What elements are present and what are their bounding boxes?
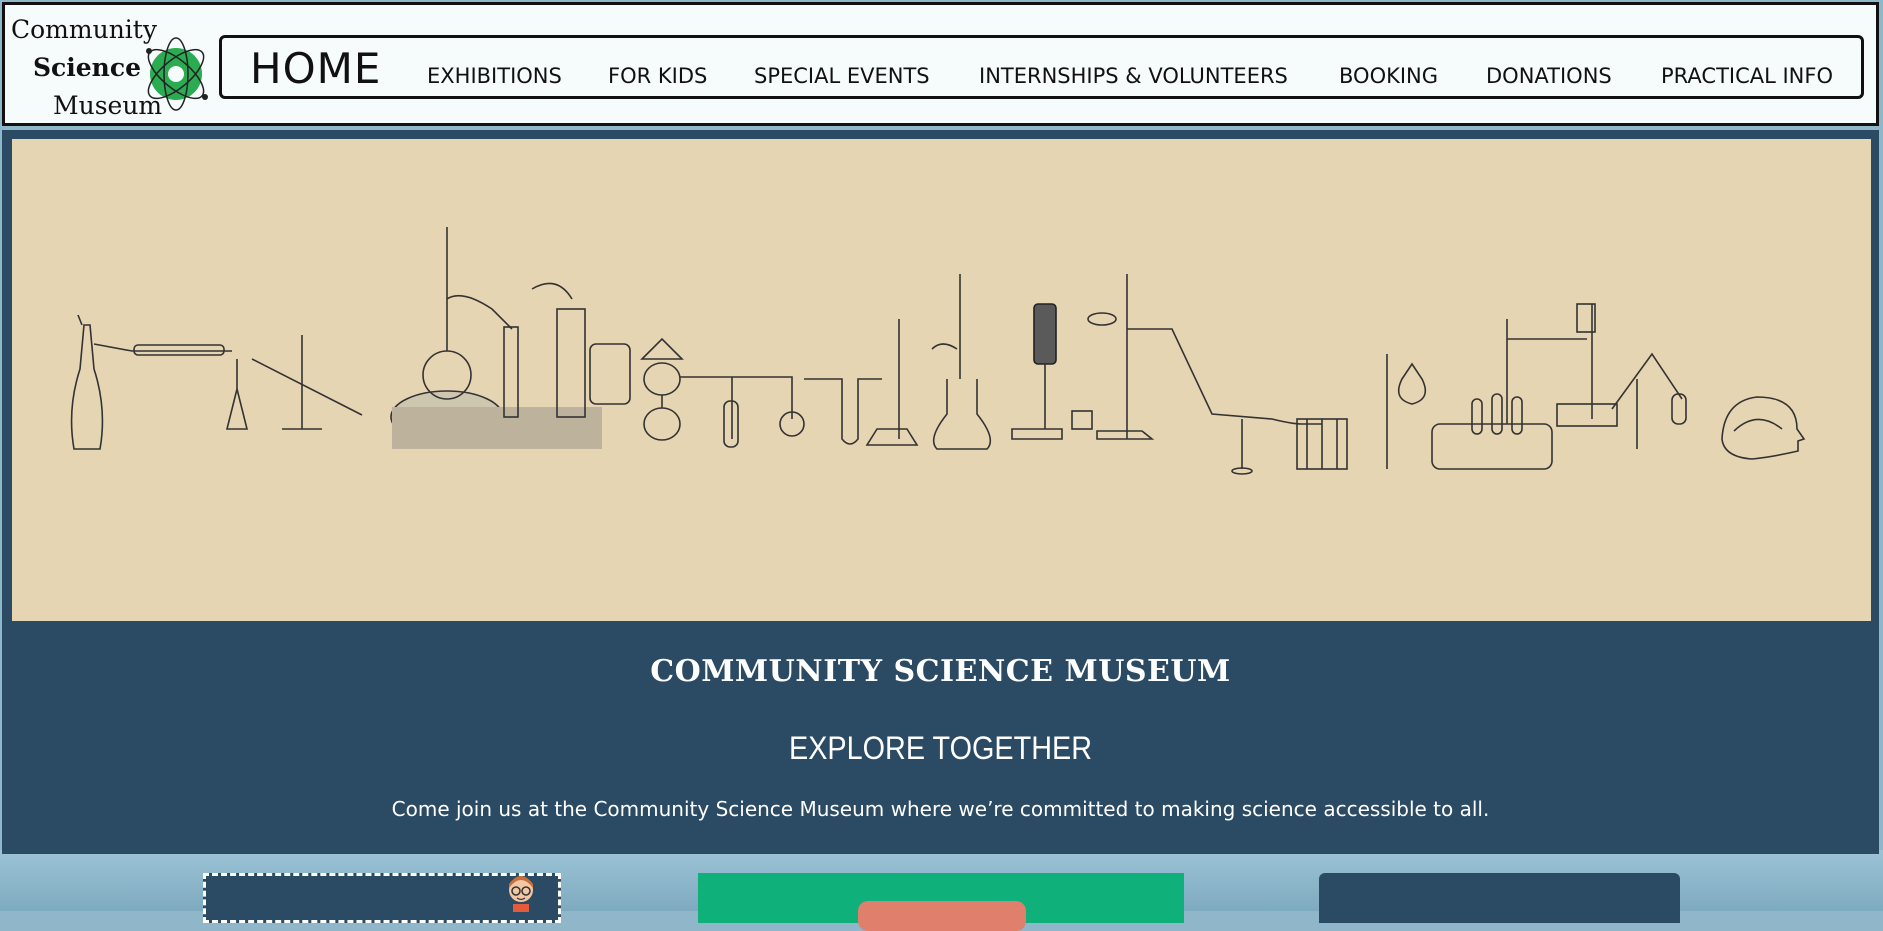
info-card[interactable] bbox=[1319, 873, 1680, 923]
hero-tagline: Come join us at the Community Science Mu… bbox=[391, 797, 1490, 821]
hero-subtitle: EXPLORE TOGETHER bbox=[788, 730, 1093, 766]
hero-section: COMMUNITY SCIENCE MUSEUM EXPLORE TOGETHE… bbox=[2, 130, 1879, 854]
site-header: Community Science Museum HOME EXHIBITION… bbox=[2, 2, 1879, 126]
nav-booking[interactable]: BOOKING bbox=[1339, 64, 1438, 88]
nav-special-events[interactable]: SPECIAL EVENTS bbox=[754, 64, 930, 88]
page-title: COMMUNITY SCIENCE MUSEUM bbox=[650, 654, 1231, 689]
lab-apparatus-illustration bbox=[70, 227, 1806, 475]
nav-for-kids[interactable]: FOR KIDS bbox=[608, 64, 707, 88]
featured-card-image bbox=[858, 901, 1026, 931]
nav-practical-info[interactable]: PRACTICAL INFO bbox=[1661, 64, 1833, 88]
kid-character-icon bbox=[509, 876, 533, 912]
logo-line-1: Community bbox=[11, 15, 157, 44]
hero-banner bbox=[12, 139, 1871, 621]
nav-exhibitions[interactable]: EXHIBITIONS bbox=[427, 64, 562, 88]
nav-donations[interactable]: DONATIONS bbox=[1486, 64, 1612, 88]
nav-internships-volunteers[interactable]: INTERNSHIPS & VOLUNTEERS bbox=[979, 64, 1288, 88]
main-navigation: HOME EXHIBITIONS FOR KIDS SPECIAL EVENTS… bbox=[219, 35, 1864, 99]
nav-home[interactable]: HOME bbox=[250, 44, 381, 93]
logo-line-2: Science bbox=[33, 53, 141, 82]
museum-logo[interactable]: Community Science Museum bbox=[9, 9, 209, 121]
atom-icon bbox=[146, 37, 208, 111]
featured-card[interactable] bbox=[698, 873, 1184, 931]
